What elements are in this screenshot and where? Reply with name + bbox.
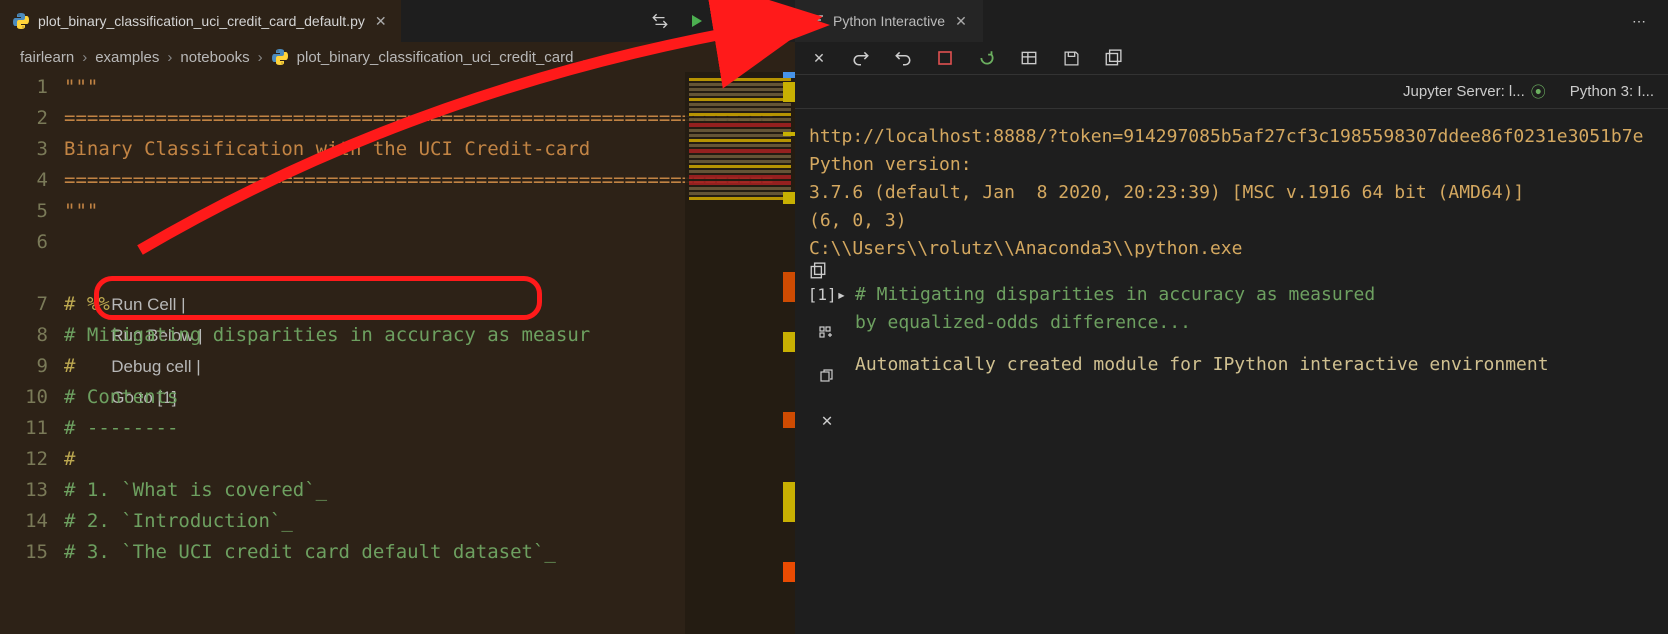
line-no: 14 xyxy=(0,506,48,537)
restart-icon[interactable] xyxy=(977,48,997,68)
run-icon[interactable] xyxy=(689,13,705,29)
undo-icon[interactable] xyxy=(893,48,913,68)
editor-tab-bar: plot_binary_classification_uci_credit_ca… xyxy=(0,0,795,42)
interactive-tab-bar: Python Interactive ✕ ⋯ xyxy=(795,0,1668,42)
line-no: 4 xyxy=(0,165,48,196)
python-kernel-status[interactable]: Python 3: I... xyxy=(1570,81,1654,102)
redo-icon[interactable] xyxy=(851,48,871,68)
server-connected-icon: ⦿ xyxy=(1531,81,1546,102)
line-no: 2 xyxy=(0,103,48,134)
interactive-tab[interactable]: Python Interactive ✕ xyxy=(795,0,983,42)
line-no: 7 xyxy=(0,289,48,320)
line-no: 1 xyxy=(0,72,48,103)
cell-code-line: # Mitigating disparities in accuracy as … xyxy=(855,281,1662,309)
jupyter-server-status[interactable]: Jupyter Server: l... ⦿ xyxy=(1403,81,1546,102)
line-no: 6 xyxy=(0,227,48,258)
compare-icon[interactable] xyxy=(651,12,669,30)
cell-gutter: [1]▸ ✕ xyxy=(809,281,845,435)
line-no: 9 xyxy=(0,351,48,382)
remove-cells-icon[interactable]: ✕ xyxy=(809,48,829,68)
cell-content[interactable]: # Mitigating disparities in accuracy as … xyxy=(855,281,1662,435)
breadcrumb-seg[interactable]: fairlearn xyxy=(20,49,74,66)
debug-cell-lens[interactable]: Debug cell xyxy=(111,357,191,376)
line-no: 5 xyxy=(0,196,48,227)
cell-row: [1]▸ ✕ # Mitigating disparities in accur… xyxy=(809,281,1662,435)
line-no: 10 xyxy=(0,382,48,413)
line-no: 15 xyxy=(0,537,48,568)
cell-output-text: Automatically created module for IPython… xyxy=(855,351,1662,379)
interactive-pane: Python Interactive ✕ ⋯ ✕ Jupyter Server:… xyxy=(795,0,1668,634)
output-area: http://localhost:8888/?token=914297085b5… xyxy=(795,109,1668,634)
split-icon[interactable] xyxy=(725,12,743,30)
save-icon[interactable] xyxy=(1061,48,1081,68)
line-no xyxy=(0,258,48,289)
chevron-right-icon: › xyxy=(258,49,263,66)
tab-filename: plot_binary_classification_uci_credit_ca… xyxy=(38,13,365,29)
close-icon[interactable]: ✕ xyxy=(373,11,389,32)
editor-pane: plot_binary_classification_uci_credit_ca… xyxy=(0,0,795,634)
code-area[interactable]: 1 2 3 4 5 6 7 8 9 10 11 12 13 14 15 """ … xyxy=(0,72,795,634)
line-no: 12 xyxy=(0,444,48,475)
more-icon[interactable]: ⋯ xyxy=(763,13,779,30)
export-icon[interactable] xyxy=(1103,48,1123,68)
server-status-bar: Jupyter Server: l... ⦿ Python 3: I... xyxy=(795,75,1668,109)
breadcrumb-seg[interactable]: examples xyxy=(95,49,159,66)
copy-cell-icon[interactable] xyxy=(819,365,835,393)
editor-actions: ⋯ xyxy=(635,12,795,30)
run-cell-lens[interactable]: Run Cell xyxy=(111,295,176,314)
output-text[interactable]: http://localhost:8888/?token=914297085b5… xyxy=(809,123,1662,263)
line-no: 11 xyxy=(0,413,48,444)
copy-icon[interactable] xyxy=(809,261,827,289)
breadcrumb-seg[interactable]: notebooks xyxy=(180,49,249,66)
chevron-right-icon: › xyxy=(82,49,87,66)
editor-tab[interactable]: plot_binary_classification_uci_credit_ca… xyxy=(0,0,401,42)
interactive-toolbar: ✕ xyxy=(795,42,1668,75)
line-no: 3 xyxy=(0,134,48,165)
chevron-right-icon: › xyxy=(167,49,172,66)
interactive-tab-title: Python Interactive xyxy=(833,13,945,29)
line-no: 13 xyxy=(0,475,48,506)
overview-ruler[interactable] xyxy=(783,72,795,634)
variables-icon[interactable] xyxy=(1019,48,1039,68)
python-icon xyxy=(271,48,289,66)
line-gutter: 1 2 3 4 5 6 7 8 9 10 11 12 13 14 15 xyxy=(0,72,64,634)
close-icon[interactable]: ✕ xyxy=(953,11,969,32)
cell-code-line: by equalized-odds difference... xyxy=(855,309,1662,337)
lines-icon xyxy=(809,12,825,31)
breadcrumb[interactable]: fairlearn › examples › notebooks › plot_… xyxy=(0,42,795,72)
stop-icon[interactable] xyxy=(935,48,955,68)
python-icon xyxy=(12,12,30,30)
minimap[interactable] xyxy=(685,72,795,634)
more-icon[interactable]: ⋯ xyxy=(1612,13,1668,30)
line-no: 8 xyxy=(0,320,48,351)
goto-code-icon[interactable] xyxy=(819,323,835,351)
delete-cell-icon[interactable]: ✕ xyxy=(822,407,833,435)
breadcrumb-seg[interactable]: plot_binary_classification_uci_credit_ca… xyxy=(297,49,595,66)
